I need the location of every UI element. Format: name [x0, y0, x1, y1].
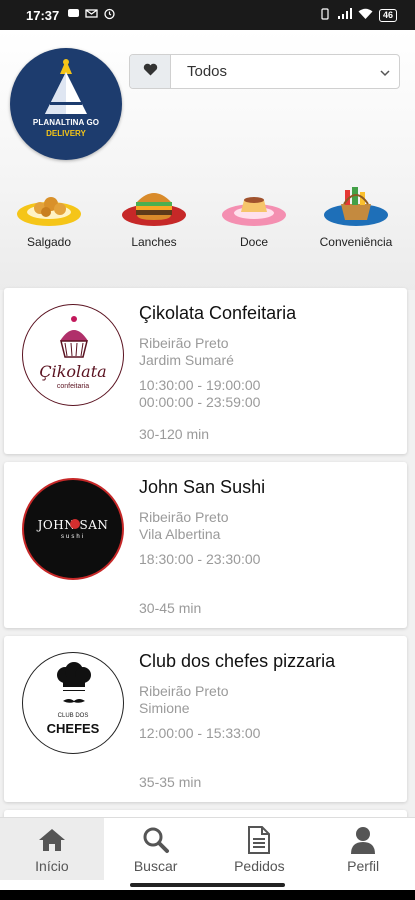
nav-label: Início	[35, 857, 69, 874]
restaurant-logo-subtext: sushi	[60, 534, 85, 540]
category-label: Conveniência	[319, 235, 393, 249]
restaurant-logo-subtext: confeitaria	[56, 383, 90, 390]
restaurant-logo: CLUB DOS CHEFES	[22, 652, 124, 754]
nav-buscar[interactable]: Buscar	[104, 818, 208, 880]
restaurant-logo: JOHN SAN sushi	[22, 478, 124, 580]
user-icon	[350, 825, 376, 855]
restaurant-district: Jardim Sumaré	[139, 352, 234, 368]
category-list: Salgado Lanches Doce Conveniência	[0, 182, 415, 262]
restaurant-city: Ribeirão Preto	[139, 683, 229, 699]
category-filter[interactable]: Todos	[129, 54, 400, 89]
restaurant-card[interactable]: JOHN SAN sushi John San Sushi Ribeirão P…	[4, 462, 407, 628]
wifi-icon	[358, 8, 373, 23]
brand-subtitle: DELIVERY	[46, 129, 86, 138]
nav-inicio[interactable]: Início	[0, 818, 104, 880]
gesture-area	[0, 880, 415, 890]
filter-select[interactable]: Todos	[171, 55, 399, 88]
basket-icon	[323, 182, 389, 228]
vibrate-icon	[319, 7, 331, 23]
status-bar: 17:37 46	[0, 0, 415, 30]
burger-icon	[121, 182, 187, 228]
restaurant-logo: Çikolata confeitaria	[22, 304, 124, 406]
alarm-icon	[103, 7, 116, 23]
cupcake-icon	[60, 316, 88, 358]
nav-perfil[interactable]: Perfil	[311, 818, 415, 880]
category-salgado[interactable]: Salgado	[4, 182, 94, 249]
signal-icon	[337, 7, 352, 23]
restaurant-delivery-time: 30-120 min	[139, 426, 210, 442]
category-label: Doce	[239, 235, 268, 249]
restaurant-district: Vila Albertina	[139, 526, 221, 542]
chevron-down-icon	[379, 66, 391, 83]
salgado-icon	[16, 182, 82, 228]
restaurant-district: Simione	[139, 700, 190, 716]
screen-bottom-edge	[0, 890, 415, 900]
battery-indicator: 46	[378, 8, 397, 22]
restaurant-delivery-time: 35-35 min	[139, 774, 202, 790]
restaurant-hours: 12:00:00 - 15:33:00	[139, 725, 261, 741]
favorites-toggle[interactable]	[130, 55, 171, 88]
restaurant-hours: 18:30:00 - 23:30:00	[139, 551, 261, 567]
restaurant-name: John San Sushi	[139, 477, 266, 497]
app-screen: PLANALTINA GO DELIVERY Todos Salgado Lan…	[0, 30, 415, 890]
category-conveniencia[interactable]: Conveniência	[311, 182, 401, 249]
filter-selected-value: Todos	[187, 63, 228, 80]
status-time: 17:37	[26, 7, 60, 23]
nav-label: Buscar	[133, 857, 178, 874]
restaurant-card[interactable]: Çikolata confeitaria Çikolata Confeitari…	[4, 288, 407, 454]
chef-hat-icon	[57, 662, 91, 703]
restaurant-city: Ribeirão Preto	[139, 509, 229, 525]
category-label: Salgado	[26, 235, 72, 249]
brand-emblem-icon	[45, 59, 87, 114]
restaurant-card[interactable]: CLUB DOS CHEFES Club dos chefes pizzaria…	[4, 636, 407, 802]
bottom-navigation: Início Buscar Pedidos Perfil	[0, 817, 415, 880]
pudding-icon	[221, 182, 287, 228]
category-label: Lanches	[131, 235, 177, 249]
nav-label: Perfil	[347, 857, 380, 874]
search-icon	[142, 825, 170, 855]
restaurant-hours: 10:30:00 - 19:00:00	[139, 377, 261, 393]
header: PLANALTINA GO DELIVERY Todos Salgado Lan…	[0, 30, 415, 290]
category-doce[interactable]: Doce	[209, 182, 299, 249]
brand-logo[interactable]: PLANALTINA GO DELIVERY	[10, 48, 122, 160]
nav-label: Pedidos	[234, 857, 285, 874]
restaurant-city: Ribeirão Preto	[139, 335, 229, 351]
heart-icon	[143, 63, 158, 81]
restaurant-delivery-time: 30-45 min	[139, 600, 202, 616]
brand-name: PLANALTINA GO	[32, 118, 100, 127]
restaurant-logo-text: Çikolata	[39, 362, 107, 381]
category-lanches[interactable]: Lanches	[109, 182, 199, 249]
message-icon	[67, 7, 80, 23]
restaurant-logo-text: CHEFES	[46, 721, 100, 736]
restaurant-logo-subtext: CLUB DOS	[57, 713, 89, 719]
home-icon	[37, 825, 67, 855]
rising-sun-icon	[70, 519, 80, 529]
restaurant-name: Club dos chefes pizzaria	[139, 651, 336, 671]
mail-icon	[85, 7, 98, 23]
nav-pedidos[interactable]: Pedidos	[208, 818, 312, 880]
restaurant-name: Çikolata Confeitaria	[139, 303, 297, 323]
gesture-handle[interactable]	[130, 883, 285, 887]
document-icon	[247, 825, 271, 855]
restaurant-hours: 00:00:00 - 23:59:00	[139, 394, 261, 410]
